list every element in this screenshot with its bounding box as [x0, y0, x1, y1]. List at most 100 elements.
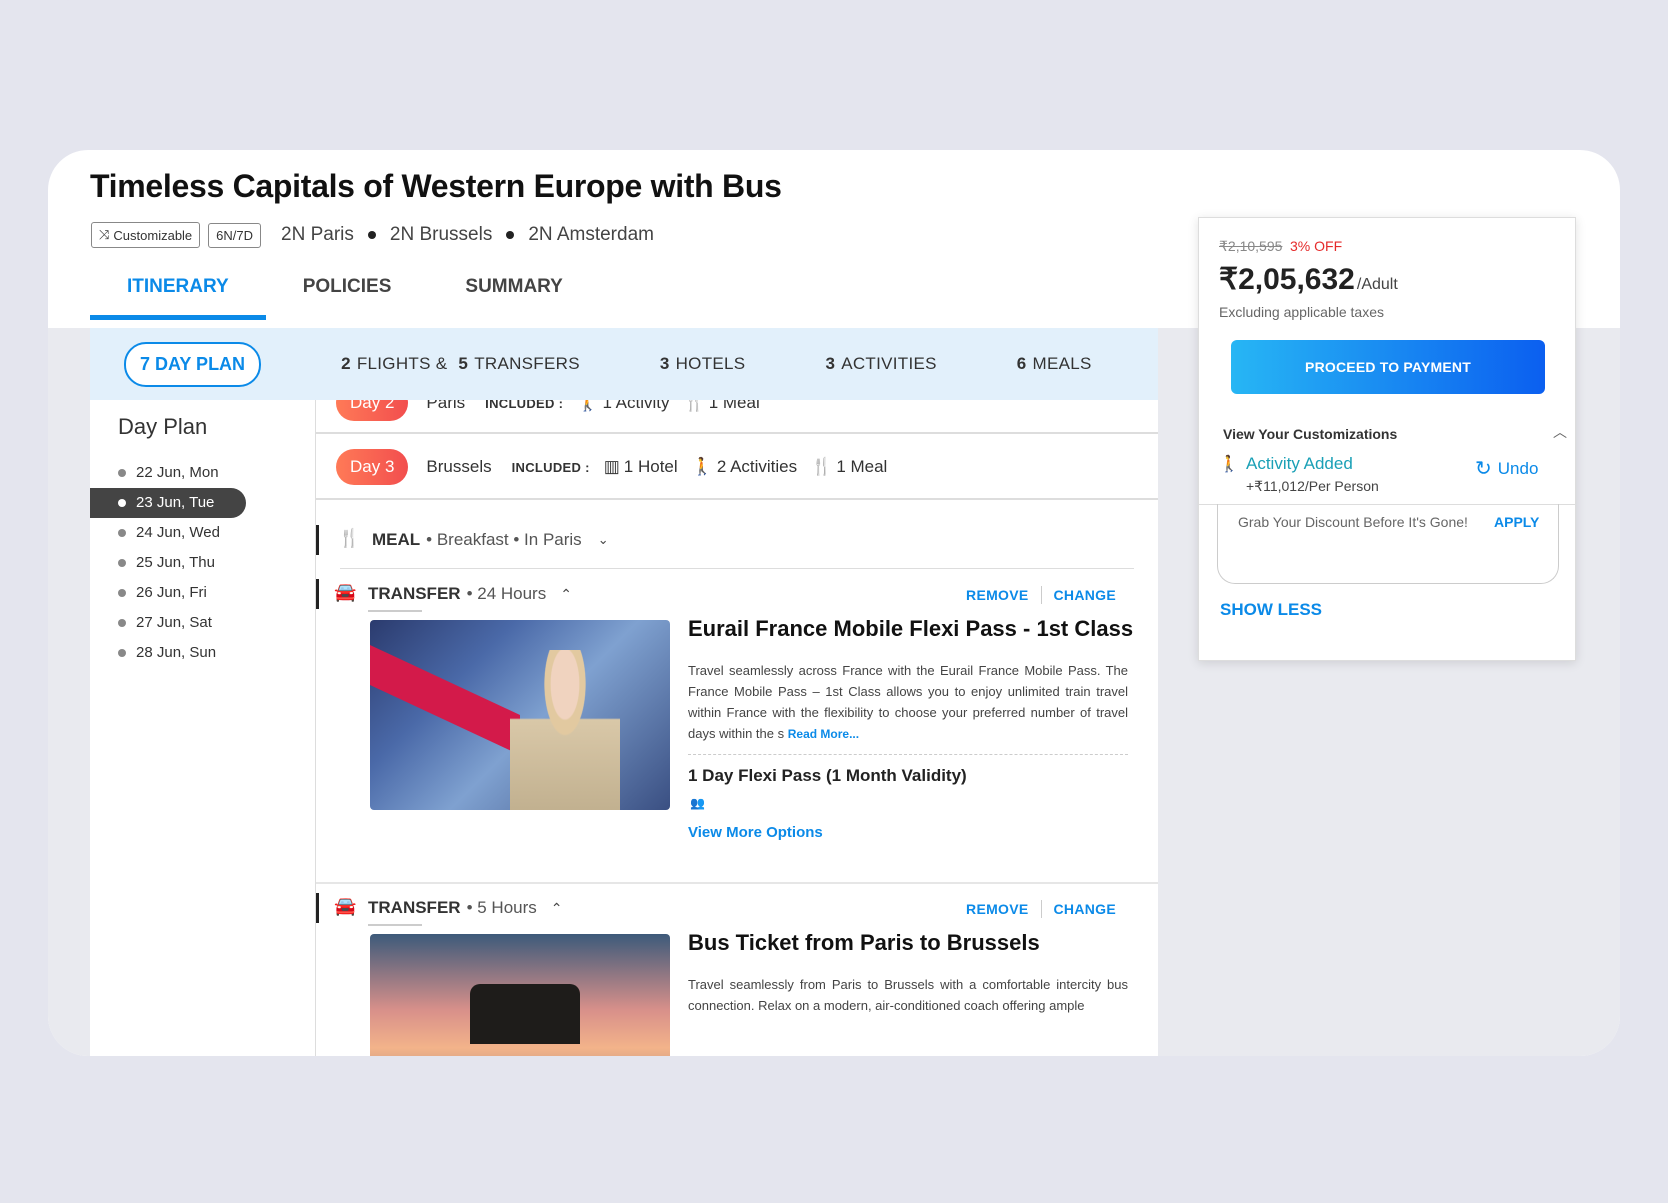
train-image-detail: [370, 645, 520, 755]
sidebar-date-item[interactable]: 27 Jun, Sat: [90, 608, 316, 638]
included-label: INCLUDED :: [511, 459, 590, 475]
pricing-panel: ₹2,10,595 3% OFF ₹2,05,632/Adult Excludi…: [1198, 217, 1576, 661]
activity-icon: 🚶: [577, 400, 599, 412]
train-pass-image: [370, 620, 670, 810]
sidebar-date-item[interactable]: 24 Jun, Wed: [90, 518, 316, 548]
subnav-flights-transfers[interactable]: 2 FLIGHTS & 5 TRANSFERS: [341, 354, 580, 374]
timeline-dot-icon: [118, 649, 126, 657]
chevron-up-icon[interactable]: ︿: [1553, 422, 1567, 442]
undo-button[interactable]: ↻ Undo: [1475, 456, 1538, 481]
view-more-options-link[interactable]: View More Options: [688, 824, 823, 841]
date-label: 26 Jun, Fri: [136, 584, 207, 601]
tab-summary[interactable]: SUMMARY: [428, 262, 599, 320]
bus-image: [370, 934, 670, 1056]
included-hotel: ▥ 1 Hotel: [604, 457, 678, 477]
proceed-to-payment-button[interactable]: PROCEED TO PAYMENT: [1231, 340, 1545, 394]
date-label: 24 Jun, Wed: [136, 524, 220, 541]
hotel-icon: ▥: [603, 457, 620, 476]
activities-count: 3: [825, 354, 836, 373]
day-badge: Day 2: [336, 400, 409, 421]
sidebar-date-item[interactable]: 25 Jun, Thu: [90, 548, 316, 578]
undo-icon: ↻: [1475, 458, 1492, 480]
day-row-3[interactable]: Day 3 Brussels INCLUDED : ▥ 1 Hotel 🚶 2 Ac…: [316, 436, 1158, 500]
hotels-label: HOTELS: [675, 354, 746, 373]
itinerary-main: Day 2 Paris INCLUDED : 🚶 1 Activity 🍴 1 Me…: [316, 400, 1158, 1056]
activities-label: ACTIVITIES: [841, 354, 937, 373]
section-marker: [316, 579, 319, 609]
section-separator: [316, 882, 1158, 884]
change-button[interactable]: CHANGE: [1054, 587, 1116, 603]
day-plan-count: 7: [140, 353, 151, 374]
main-tabs: ITINERARY POLICIES SUMMARY: [90, 262, 600, 320]
day-city: Paris: [426, 400, 466, 412]
apply-button[interactable]: APPLY: [1494, 514, 1539, 530]
car-icon: 🚘: [334, 582, 357, 602]
sidebar-date-item[interactable]: 28 Jun, Sun: [90, 638, 316, 668]
view-customizations-toggle[interactable]: View Your Customizations: [1223, 426, 1397, 442]
itinerary-subnav: 7 DAY PLAN 2 FLIGHTS & 5 TRANSFERS 3 HOTELS…: [90, 328, 1158, 400]
subnav-meals[interactable]: 6 MEALS: [1017, 354, 1092, 374]
sidebar-title: Day Plan: [118, 414, 208, 439]
included-activities: 🚶 2 Activities: [692, 457, 797, 477]
transfer-header[interactable]: 🚘 TRANSFER • 24 Hours ⌃ REMOVE CHANGE: [316, 574, 1158, 614]
city-list: 2N Paris 2N Brussels 2N Amsterdam: [281, 224, 654, 246]
original-price: ₹2,10,595: [1219, 238, 1283, 254]
included-label: INCLUDED :: [485, 400, 564, 411]
dashed-divider: [688, 754, 1128, 755]
transfer-body: Eurail France Mobile Flexi Pass - 1st Cl…: [316, 614, 1158, 874]
bullet-icon: [367, 231, 376, 239]
sidebar-date-item-active[interactable]: 23 Jun, Tue: [90, 488, 246, 518]
day-row-2[interactable]: Day 2 Paris INCLUDED : 🚶 1 Activity 🍴 1 Me…: [316, 400, 1158, 434]
transfer-duration: • 24 Hours: [466, 584, 547, 603]
transfer-body: Bus Ticket from Paris to Brussels Travel…: [316, 928, 1158, 1056]
people-icon: 👥: [690, 796, 705, 810]
timeline-dot-icon: [118, 559, 126, 567]
day-plan-pill[interactable]: 7 DAY PLAN: [124, 341, 262, 387]
tab-policies[interactable]: POLICIES: [266, 262, 429, 320]
remove-button[interactable]: REMOVE: [966, 587, 1028, 603]
included-meal-label: 1 Meal: [708, 400, 760, 412]
transfers-label: TRANSFERS: [474, 354, 580, 373]
section-marker: [316, 893, 319, 923]
sidebar-date-item[interactable]: 22 Jun, Mon: [90, 458, 316, 488]
day-badge: Day 3: [336, 449, 409, 485]
price-unit: /Adult: [1356, 276, 1398, 293]
meal-row[interactable]: 🍴 MEAL • Breakfast • In Paris ⌄: [316, 516, 1158, 564]
transfer-description: Travel seamlessly from Paris to Brussels…: [688, 977, 1128, 1013]
transfer-header[interactable]: 🚘 TRANSFER • 5 Hours ⌃ REMOVE CHANGE: [316, 888, 1158, 928]
date-list: 22 Jun, Mon 23 Jun, Tue 24 Jun, Wed 25 J…: [90, 458, 316, 668]
transfer-title: Bus Ticket from Paris to Brussels: [688, 930, 1040, 955]
selected-option: 1 Day Flexi Pass (1 Month Validity): [688, 766, 967, 785]
tax-note: Excluding applicable taxes: [1219, 304, 1384, 320]
bullet-icon: [506, 231, 515, 239]
subnav-hotels[interactable]: 3 HOTELS: [660, 354, 746, 374]
activity-added-label: Activity Added: [1246, 454, 1353, 473]
remove-button[interactable]: REMOVE: [966, 901, 1028, 917]
meal-icon: 🍴: [683, 400, 705, 412]
show-less-button[interactable]: SHOW LESS: [1220, 600, 1322, 620]
included-meal: 🍴 1 Meal: [811, 457, 887, 477]
timeline-dot-icon: [118, 469, 126, 477]
transfer-label: TRANSFER: [368, 898, 461, 917]
day-plan-label: DAY PLAN: [155, 353, 246, 374]
tab-itinerary[interactable]: ITINERARY: [90, 262, 266, 320]
chevron-up-icon[interactable]: ⌃: [560, 586, 572, 603]
timeline-dot-icon: [118, 529, 126, 537]
sidebar-date-item[interactable]: 26 Jun, Fri: [90, 578, 316, 608]
read-more-link[interactable]: Read More...: [788, 727, 859, 741]
undo-label: Undo: [1497, 458, 1539, 478]
transfer-card: 🚘 TRANSFER • 24 Hours ⌃ REMOVE CHANGE Eu…: [316, 574, 1158, 874]
traveler-image-detail: [510, 650, 620, 810]
subnav-activities[interactable]: 3 ACTIVITIES: [825, 354, 936, 374]
included-meal: 🍴 1 Meal: [684, 400, 760, 413]
change-button[interactable]: CHANGE: [1054, 901, 1116, 917]
transfer-title: Eurail France Mobile Flexi Pass - 1st Cl…: [688, 616, 1134, 641]
discount-box: Grab Your Discount Before It's Gone! APP…: [1217, 504, 1559, 584]
transfer-actions: REMOVE CHANGE: [966, 586, 1116, 604]
chevron-up-icon[interactable]: ⌃: [551, 900, 563, 917]
action-separator: [1040, 586, 1042, 604]
header-underline: [368, 610, 422, 612]
action-separator: [1040, 900, 1042, 918]
chevron-down-icon[interactable]: ⌄: [598, 532, 609, 548]
date-label: 22 Jun, Mon: [136, 464, 219, 481]
